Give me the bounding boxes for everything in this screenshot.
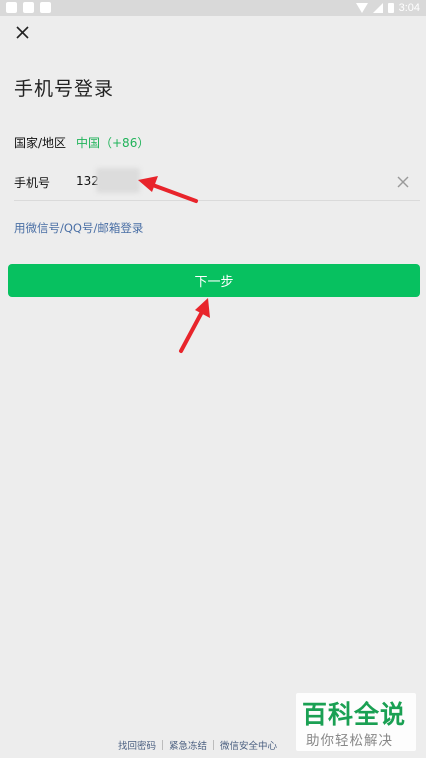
notification-icon bbox=[6, 2, 17, 13]
footer-divider bbox=[162, 740, 164, 750]
status-bar: 3:04 bbox=[0, 0, 426, 16]
alt-login-link[interactable]: 用微信号/QQ号/邮箱登录 bbox=[14, 220, 143, 236]
page-title: 手机号登录 bbox=[14, 78, 115, 100]
status-time: 3:04 bbox=[398, 2, 420, 14]
status-left-icons bbox=[6, 2, 51, 13]
footer-link-recover-password[interactable]: 找回密码 bbox=[118, 738, 156, 752]
phone-label: 手机号 bbox=[14, 176, 51, 190]
country-label: 国家/地区 bbox=[14, 136, 67, 150]
watermark-subtitle: 助你轻松解决 bbox=[306, 733, 393, 749]
battery-icon bbox=[387, 3, 394, 13]
watermark-title: 百科全说 bbox=[302, 700, 407, 729]
footer-divider bbox=[213, 740, 215, 750]
footer-link-security-center[interactable]: 微信安全中心 bbox=[220, 738, 277, 752]
clear-icon[interactable] bbox=[396, 174, 410, 188]
country-selector[interactable]: 中国（+86） bbox=[76, 134, 149, 151]
arrow-to-phone bbox=[138, 176, 198, 203]
next-button[interactable]: 下一步 bbox=[8, 264, 420, 297]
phone-divider bbox=[14, 200, 420, 201]
gallery-icon bbox=[23, 2, 34, 13]
status-right: 3:04 bbox=[355, 0, 420, 16]
close-icon[interactable] bbox=[14, 24, 32, 42]
annotation-arrows bbox=[138, 176, 210, 353]
watermark: 百科全说 助你轻松解决 bbox=[296, 693, 416, 751]
arrow-to-next bbox=[179, 298, 210, 353]
signal-icon bbox=[372, 3, 383, 13]
wifi-icon bbox=[355, 3, 368, 13]
phone-redaction bbox=[96, 168, 140, 193]
footer-links: 找回密码 紧急冻结 微信安全中心 bbox=[118, 738, 277, 752]
app-notification-icon bbox=[40, 2, 51, 13]
footer-link-emergency-freeze[interactable]: 紧急冻结 bbox=[169, 738, 207, 752]
